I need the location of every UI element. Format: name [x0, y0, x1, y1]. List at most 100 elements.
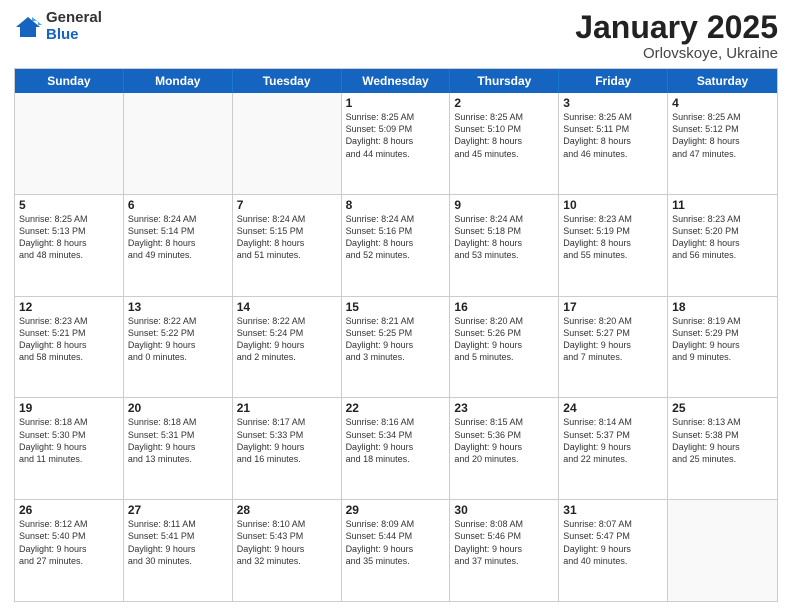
day-cell-31: 31Sunrise: 8:07 AM Sunset: 5:47 PM Dayli… — [559, 500, 668, 601]
day-cell-21: 21Sunrise: 8:17 AM Sunset: 5:33 PM Dayli… — [233, 398, 342, 499]
day-info: Sunrise: 8:24 AM Sunset: 5:15 PM Dayligh… — [237, 213, 337, 262]
day-info: Sunrise: 8:13 AM Sunset: 5:38 PM Dayligh… — [672, 416, 773, 465]
logo-text: General Blue — [46, 10, 102, 43]
day-cell-empty-0-1 — [124, 93, 233, 194]
day-number: 17 — [563, 300, 663, 314]
calendar-body: 1Sunrise: 8:25 AM Sunset: 5:09 PM Daylig… — [15, 93, 777, 601]
day-cell-26: 26Sunrise: 8:12 AM Sunset: 5:40 PM Dayli… — [15, 500, 124, 601]
day-info: Sunrise: 8:23 AM Sunset: 5:21 PM Dayligh… — [19, 315, 119, 364]
title-block: January 2025 Orlovskoye, Ukraine — [575, 10, 778, 62]
day-number: 4 — [672, 96, 773, 110]
day-info: Sunrise: 8:25 AM Sunset: 5:10 PM Dayligh… — [454, 111, 554, 160]
day-number: 2 — [454, 96, 554, 110]
day-info: Sunrise: 8:23 AM Sunset: 5:19 PM Dayligh… — [563, 213, 663, 262]
day-cell-18: 18Sunrise: 8:19 AM Sunset: 5:29 PM Dayli… — [668, 297, 777, 398]
logo-blue-text: Blue — [46, 27, 102, 44]
day-cell-3: 3Sunrise: 8:25 AM Sunset: 5:11 PM Daylig… — [559, 93, 668, 194]
day-info: Sunrise: 8:14 AM Sunset: 5:37 PM Dayligh… — [563, 416, 663, 465]
location-subtitle: Orlovskoye, Ukraine — [575, 45, 778, 62]
day-number: 1 — [346, 96, 446, 110]
day-info: Sunrise: 8:20 AM Sunset: 5:26 PM Dayligh… — [454, 315, 554, 364]
logo-icon — [14, 13, 42, 41]
day-cell-14: 14Sunrise: 8:22 AM Sunset: 5:24 PM Dayli… — [233, 297, 342, 398]
day-cell-17: 17Sunrise: 8:20 AM Sunset: 5:27 PM Dayli… — [559, 297, 668, 398]
day-info: Sunrise: 8:25 AM Sunset: 5:12 PM Dayligh… — [672, 111, 773, 160]
day-info: Sunrise: 8:24 AM Sunset: 5:18 PM Dayligh… — [454, 213, 554, 262]
header-day-wednesday: Wednesday — [342, 69, 451, 93]
logo-general-text: General — [46, 10, 102, 27]
day-number: 31 — [563, 503, 663, 517]
day-info: Sunrise: 8:08 AM Sunset: 5:46 PM Dayligh… — [454, 518, 554, 567]
day-cell-5: 5Sunrise: 8:25 AM Sunset: 5:13 PM Daylig… — [15, 195, 124, 296]
day-number: 14 — [237, 300, 337, 314]
day-cell-15: 15Sunrise: 8:21 AM Sunset: 5:25 PM Dayli… — [342, 297, 451, 398]
header: General Blue January 2025 Orlovskoye, Uk… — [14, 10, 778, 62]
day-cell-1: 1Sunrise: 8:25 AM Sunset: 5:09 PM Daylig… — [342, 93, 451, 194]
day-cell-25: 25Sunrise: 8:13 AM Sunset: 5:38 PM Dayli… — [668, 398, 777, 499]
day-cell-22: 22Sunrise: 8:16 AM Sunset: 5:34 PM Dayli… — [342, 398, 451, 499]
day-cell-8: 8Sunrise: 8:24 AM Sunset: 5:16 PM Daylig… — [342, 195, 451, 296]
day-info: Sunrise: 8:25 AM Sunset: 5:13 PM Dayligh… — [19, 213, 119, 262]
header-day-saturday: Saturday — [668, 69, 777, 93]
day-cell-24: 24Sunrise: 8:14 AM Sunset: 5:37 PM Dayli… — [559, 398, 668, 499]
day-number: 28 — [237, 503, 337, 517]
calendar-row-2: 12Sunrise: 8:23 AM Sunset: 5:21 PM Dayli… — [15, 297, 777, 399]
day-number: 6 — [128, 198, 228, 212]
day-cell-empty-4-6 — [668, 500, 777, 601]
calendar: SundayMondayTuesdayWednesdayThursdayFrid… — [14, 68, 778, 602]
day-info: Sunrise: 8:18 AM Sunset: 5:30 PM Dayligh… — [19, 416, 119, 465]
month-year-title: January 2025 — [575, 10, 778, 45]
page: General Blue January 2025 Orlovskoye, Uk… — [0, 0, 792, 612]
day-info: Sunrise: 8:22 AM Sunset: 5:24 PM Dayligh… — [237, 315, 337, 364]
calendar-row-4: 26Sunrise: 8:12 AM Sunset: 5:40 PM Dayli… — [15, 500, 777, 601]
day-cell-6: 6Sunrise: 8:24 AM Sunset: 5:14 PM Daylig… — [124, 195, 233, 296]
day-info: Sunrise: 8:07 AM Sunset: 5:47 PM Dayligh… — [563, 518, 663, 567]
day-cell-9: 9Sunrise: 8:24 AM Sunset: 5:18 PM Daylig… — [450, 195, 559, 296]
calendar-row-3: 19Sunrise: 8:18 AM Sunset: 5:30 PM Dayli… — [15, 398, 777, 500]
day-info: Sunrise: 8:19 AM Sunset: 5:29 PM Dayligh… — [672, 315, 773, 364]
header-day-tuesday: Tuesday — [233, 69, 342, 93]
day-info: Sunrise: 8:11 AM Sunset: 5:41 PM Dayligh… — [128, 518, 228, 567]
day-cell-empty-0-0 — [15, 93, 124, 194]
day-number: 26 — [19, 503, 119, 517]
day-cell-7: 7Sunrise: 8:24 AM Sunset: 5:15 PM Daylig… — [233, 195, 342, 296]
day-number: 5 — [19, 198, 119, 212]
day-info: Sunrise: 8:18 AM Sunset: 5:31 PM Dayligh… — [128, 416, 228, 465]
day-cell-20: 20Sunrise: 8:18 AM Sunset: 5:31 PM Dayli… — [124, 398, 233, 499]
day-cell-13: 13Sunrise: 8:22 AM Sunset: 5:22 PM Dayli… — [124, 297, 233, 398]
day-number: 27 — [128, 503, 228, 517]
logo: General Blue — [14, 10, 102, 43]
header-day-sunday: Sunday — [15, 69, 124, 93]
day-info: Sunrise: 8:21 AM Sunset: 5:25 PM Dayligh… — [346, 315, 446, 364]
day-number: 16 — [454, 300, 554, 314]
day-info: Sunrise: 8:20 AM Sunset: 5:27 PM Dayligh… — [563, 315, 663, 364]
day-number: 21 — [237, 401, 337, 415]
day-number: 12 — [19, 300, 119, 314]
day-number: 9 — [454, 198, 554, 212]
day-cell-19: 19Sunrise: 8:18 AM Sunset: 5:30 PM Dayli… — [15, 398, 124, 499]
day-cell-11: 11Sunrise: 8:23 AM Sunset: 5:20 PM Dayli… — [668, 195, 777, 296]
day-number: 8 — [346, 198, 446, 212]
day-number: 22 — [346, 401, 446, 415]
day-cell-30: 30Sunrise: 8:08 AM Sunset: 5:46 PM Dayli… — [450, 500, 559, 601]
header-day-friday: Friday — [559, 69, 668, 93]
day-cell-23: 23Sunrise: 8:15 AM Sunset: 5:36 PM Dayli… — [450, 398, 559, 499]
day-number: 25 — [672, 401, 773, 415]
day-cell-29: 29Sunrise: 8:09 AM Sunset: 5:44 PM Dayli… — [342, 500, 451, 601]
day-info: Sunrise: 8:24 AM Sunset: 5:16 PM Dayligh… — [346, 213, 446, 262]
day-cell-27: 27Sunrise: 8:11 AM Sunset: 5:41 PM Dayli… — [124, 500, 233, 601]
day-cell-4: 4Sunrise: 8:25 AM Sunset: 5:12 PM Daylig… — [668, 93, 777, 194]
calendar-row-0: 1Sunrise: 8:25 AM Sunset: 5:09 PM Daylig… — [15, 93, 777, 195]
day-cell-10: 10Sunrise: 8:23 AM Sunset: 5:19 PM Dayli… — [559, 195, 668, 296]
day-info: Sunrise: 8:25 AM Sunset: 5:09 PM Dayligh… — [346, 111, 446, 160]
day-info: Sunrise: 8:09 AM Sunset: 5:44 PM Dayligh… — [346, 518, 446, 567]
header-day-thursday: Thursday — [450, 69, 559, 93]
day-info: Sunrise: 8:15 AM Sunset: 5:36 PM Dayligh… — [454, 416, 554, 465]
calendar-header: SundayMondayTuesdayWednesdayThursdayFrid… — [15, 69, 777, 93]
day-cell-empty-0-2 — [233, 93, 342, 194]
day-number: 29 — [346, 503, 446, 517]
day-info: Sunrise: 8:12 AM Sunset: 5:40 PM Dayligh… — [19, 518, 119, 567]
header-day-monday: Monday — [124, 69, 233, 93]
day-info: Sunrise: 8:24 AM Sunset: 5:14 PM Dayligh… — [128, 213, 228, 262]
day-number: 11 — [672, 198, 773, 212]
